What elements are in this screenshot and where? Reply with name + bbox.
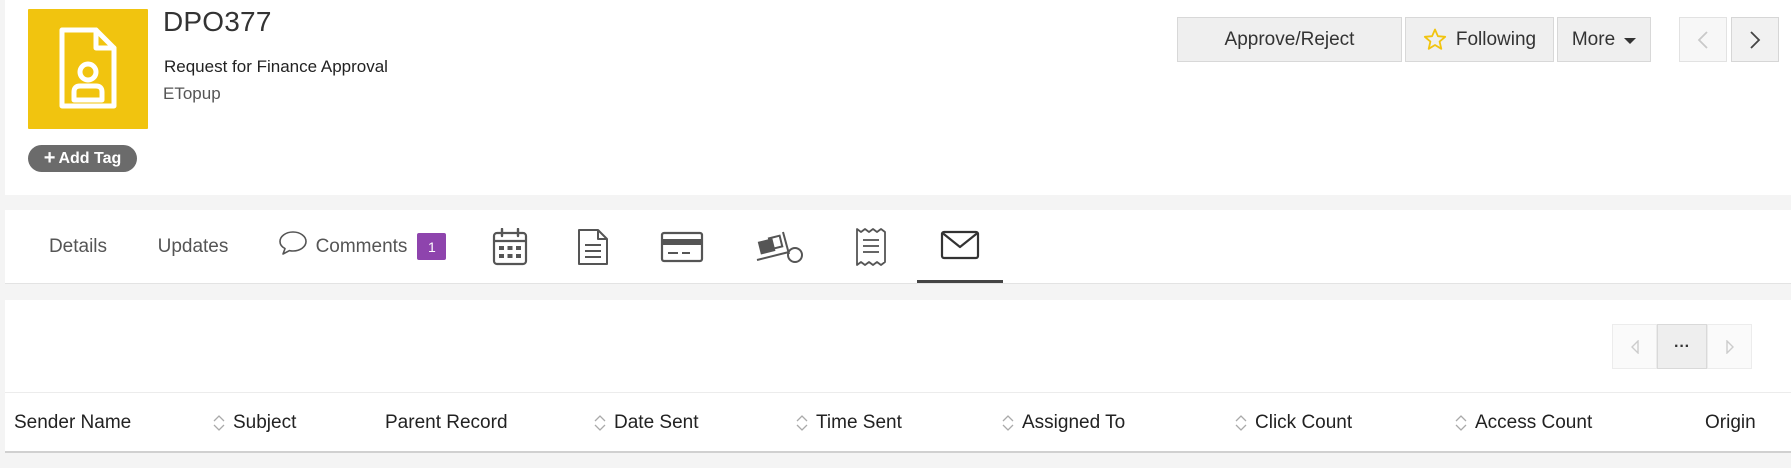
following-button[interactable]: Following: [1405, 17, 1554, 62]
plus-icon: +: [43, 146, 56, 169]
sort-icon: [1002, 414, 1014, 431]
sort-icon: [594, 414, 606, 431]
column-label: Sender Name: [14, 411, 132, 433]
add-tag-label: Add Tag: [58, 149, 122, 167]
column-header-access-count[interactable]: Access Count: [1455, 393, 1592, 452]
credit-card-icon: [660, 231, 704, 262]
column-header-parent-record[interactable]: Parent Record: [385, 393, 508, 452]
comment-bubble-icon: [278, 230, 307, 255]
tab-comments-label: Comments: [315, 235, 408, 257]
tab-emails[interactable]: [917, 210, 1003, 283]
shipping-icon: [756, 231, 803, 263]
pager-next-button[interactable]: [1707, 324, 1752, 369]
triangle-right-icon: [1725, 339, 1734, 354]
chevron-right-icon: [1750, 30, 1761, 49]
column-header-time-sent[interactable]: Time Sent: [796, 393, 902, 452]
tab-receipts[interactable]: [839, 210, 903, 283]
column-label: Subject: [233, 411, 297, 433]
column-header-assigned-to[interactable]: Assigned To: [1002, 393, 1125, 452]
email-table-header: Sender Name Subject Parent Record Date S…: [5, 392, 1791, 451]
tab-details-label: Details: [48, 235, 108, 257]
column-label: Assigned To: [1022, 411, 1126, 433]
chevron-left-icon: [1697, 30, 1708, 49]
sort-icon: [1235, 414, 1247, 431]
tab-updates-label: Updates: [157, 235, 229, 257]
tab-comments[interactable]: Comments 1: [271, 210, 453, 283]
caret-down-icon: [1624, 38, 1637, 44]
tab-updates[interactable]: Updates: [141, 210, 245, 283]
email-list-panel: ··· Sender Name Subject Parent Record Da…: [5, 300, 1791, 453]
column-header-click-count[interactable]: Click Count: [1235, 393, 1352, 452]
column-header-date-sent[interactable]: Date Sent: [594, 393, 699, 452]
record-title: DPO377: [163, 6, 272, 37]
column-label: Origin: [1705, 411, 1756, 433]
tab-shipping[interactable]: [745, 210, 815, 283]
sort-icon: [1455, 414, 1467, 431]
column-header-origin[interactable]: Origin: [1705, 393, 1756, 452]
more-menu-button[interactable]: More: [1557, 17, 1651, 62]
next-record-button[interactable]: [1731, 17, 1779, 62]
sort-icon: [796, 414, 808, 431]
record-tabs: Details Updates Comments 1: [5, 210, 1791, 284]
column-label: Time Sent: [816, 411, 902, 433]
email-icon: [940, 230, 980, 260]
tab-details[interactable]: Details: [35, 210, 121, 283]
star-icon: [1423, 28, 1446, 50]
tab-calendar[interactable]: [478, 210, 542, 283]
approve-reject-button[interactable]: Approve/Reject: [1177, 17, 1402, 62]
calendar-icon: [492, 227, 528, 265]
following-label: Following: [1455, 28, 1537, 50]
sort-icon: [213, 414, 225, 431]
tab-documents[interactable]: [561, 210, 625, 283]
column-label: Parent Record: [385, 411, 508, 433]
record-header: DPO377 Request for Finance Approval ETop…: [5, 0, 1791, 195]
column-header-subject[interactable]: Subject: [213, 393, 296, 452]
triangle-left-icon: [1630, 339, 1639, 354]
receipt-icon: [856, 227, 886, 266]
pager-ellipsis[interactable]: ···: [1657, 324, 1707, 369]
pager-previous-button[interactable]: [1612, 324, 1657, 369]
previous-record-button[interactable]: [1679, 17, 1727, 62]
record-account-link[interactable]: ETopup: [163, 84, 221, 104]
record-avatar: [28, 9, 148, 129]
add-tag-button[interactable]: + Add Tag: [28, 145, 137, 172]
column-label: Access Count: [1475, 411, 1593, 433]
column-header-sender-name[interactable]: Sender Name: [14, 393, 131, 452]
more-label: More: [1571, 28, 1616, 50]
document-icon: [578, 228, 608, 265]
record-subtitle: Request for Finance Approval: [164, 57, 388, 76]
approve-reject-label: Approve/Reject: [1224, 28, 1355, 50]
user-document-icon: [59, 27, 117, 109]
column-label: Date Sent: [614, 411, 699, 433]
column-label: Click Count: [1255, 411, 1353, 433]
comments-count-badge: 1: [417, 233, 447, 260]
tab-payments[interactable]: [650, 210, 714, 283]
